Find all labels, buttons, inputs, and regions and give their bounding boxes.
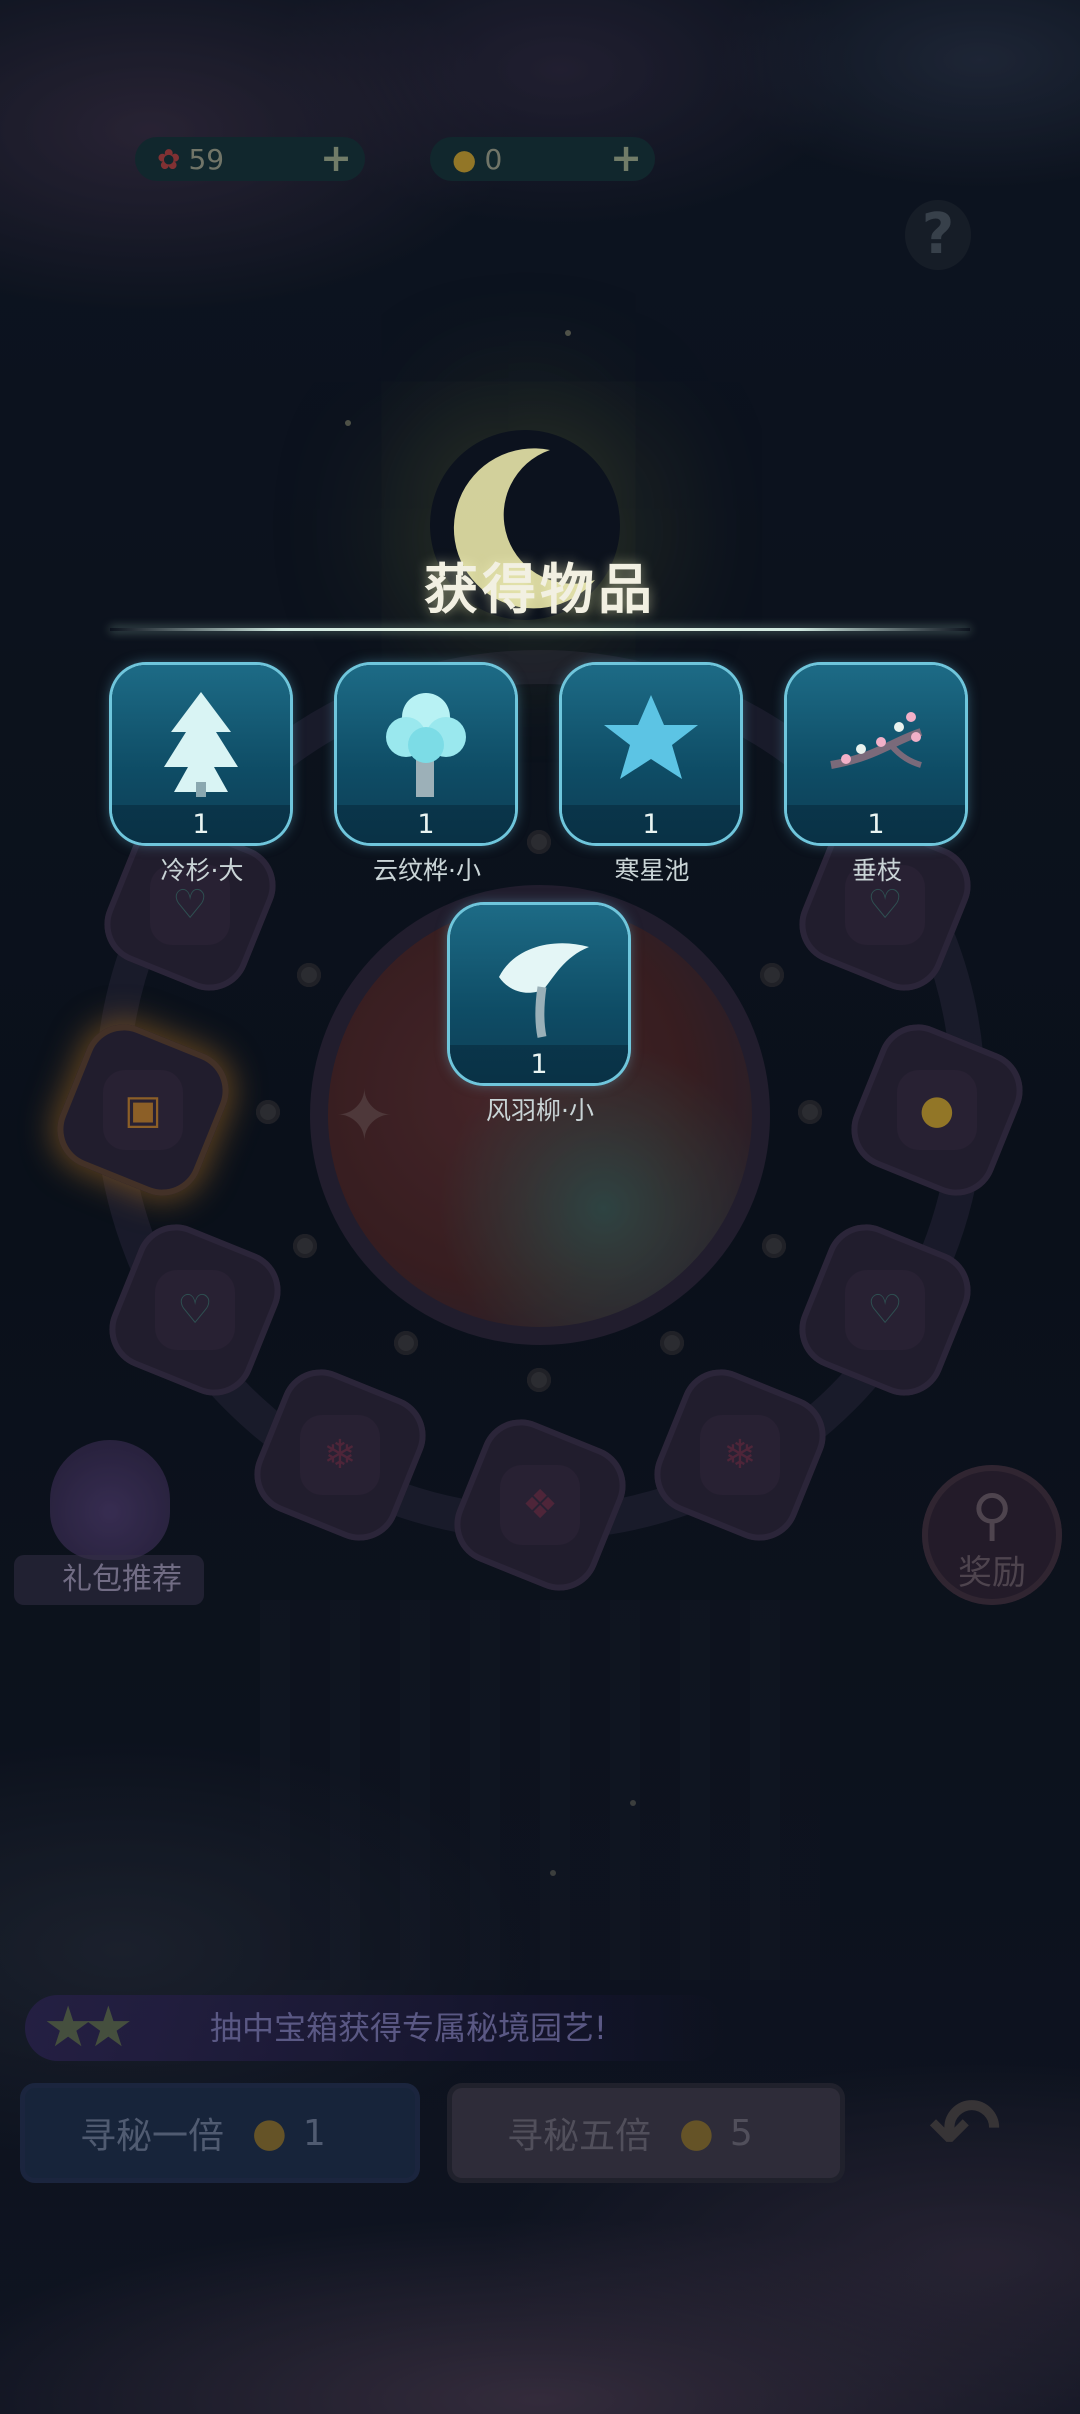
forest-silhouette: [260, 1600, 820, 1980]
item-count: 1: [562, 805, 740, 843]
item-count: 1: [787, 805, 965, 843]
item-card: 1: [450, 905, 628, 1083]
explore-once-cost: 1: [302, 2112, 326, 2154]
title-divider: [110, 628, 970, 631]
wheel-dot: [527, 1368, 551, 1392]
item-card: 1: [562, 665, 740, 843]
blossom-branch-icon: [830, 712, 923, 769]
help-button[interactable]: ?: [905, 200, 971, 270]
item-count: 1: [337, 805, 515, 843]
item-name: 垂枝: [851, 856, 902, 885]
reward-item[interactable]: 1 云纹桦·小: [337, 665, 517, 887]
reward-item[interactable]: 1 寒星池: [562, 665, 742, 887]
gift-bag-icon[interactable]: [50, 1440, 170, 1560]
reward-item[interactable]: 1 垂枝: [787, 665, 967, 887]
star-speck: [345, 420, 351, 426]
item-card: 1: [112, 665, 290, 843]
banner-text: 抽中宝箱获得专属秘境园艺!: [210, 2009, 607, 2047]
wheel-dot: [394, 1331, 418, 1355]
duck-icon: ●: [679, 2110, 714, 2156]
add-duck-button[interactable]: +: [609, 139, 643, 177]
pinecone-icon: ❄: [300, 1415, 380, 1495]
wheel-dot: [660, 1331, 684, 1355]
rose-coin-icon: ✿: [157, 142, 181, 176]
explore-once-label: 寻秘一倍: [80, 2116, 225, 2157]
item-name: 风羽柳·小: [486, 1096, 594, 1125]
explore-once-button[interactable]: 寻秘一倍 ● 1: [25, 2088, 415, 2178]
heart-icon: ♡: [845, 1270, 925, 1350]
item-count: 1: [450, 1045, 628, 1083]
duck-currency-bar: ● 0 +: [430, 137, 655, 181]
item-name: 寒星池: [614, 856, 690, 885]
gem-count: 59: [188, 142, 225, 176]
stars-icon: ★★: [43, 1995, 133, 2060]
item-name: 云纹桦·小: [373, 856, 481, 885]
cloud-birch-icon: [386, 693, 466, 797]
reward-item[interactable]: 1 冷杉·大: [112, 665, 292, 887]
duck-icon: ●: [252, 2110, 287, 2156]
duck-icon: ●: [452, 142, 477, 176]
reward-button[interactable]: ⚲ 奖励: [922, 1465, 1062, 1605]
promo-banner: ★★ 抽中宝箱获得专属秘境园艺!: [25, 1995, 725, 2061]
wheel-dot: [527, 830, 551, 854]
pinecone-icon: ❄: [700, 1415, 780, 1495]
heart-icon: ♡: [155, 1270, 235, 1350]
back-button[interactable]: ↶: [920, 2085, 1010, 2175]
star-pond-icon: [604, 695, 698, 779]
star-speck: [565, 330, 571, 336]
add-gem-button[interactable]: +: [319, 139, 353, 177]
item-card: 1: [787, 665, 965, 843]
wheel-dot: [256, 1100, 280, 1124]
sparkle-icon: ✦: [335, 1075, 394, 1157]
duck-count: 0: [484, 142, 503, 176]
wheel-dot: [293, 1234, 317, 1258]
wheel-dot: [760, 963, 784, 987]
explore-five-button[interactable]: 寻秘五倍 ● 5: [452, 2088, 840, 2178]
wheel-dot: [297, 963, 321, 987]
duck-icon: ●: [897, 1070, 977, 1150]
explore-five-label: 寻秘五倍: [507, 2116, 652, 2157]
reward-label: 奖励: [958, 1553, 1026, 1593]
feather-willow-icon: [499, 943, 589, 1038]
item-count: 1: [112, 805, 290, 843]
gift-label: 礼包推荐: [62, 1562, 182, 1597]
fir-tree-icon: [164, 692, 238, 797]
item-card: 1: [337, 665, 515, 843]
item-name: 冷杉·大: [160, 856, 244, 885]
wheel-dot: [798, 1100, 822, 1124]
treasure-chest-icon: ▣: [103, 1070, 183, 1150]
popup-title: 获得物品: [424, 558, 656, 621]
seeds-icon: ❖: [500, 1465, 580, 1545]
wheel-dot: [762, 1234, 786, 1258]
gift-recommend-button[interactable]: 礼包推荐: [14, 1555, 204, 1605]
reward-item[interactable]: 1 风羽柳·小: [450, 905, 630, 1127]
explore-five-cost: 5: [729, 2112, 753, 2154]
magnifier-icon: ⚲: [971, 1483, 1013, 1548]
gem-currency-bar: ✿ 59 +: [135, 137, 365, 181]
